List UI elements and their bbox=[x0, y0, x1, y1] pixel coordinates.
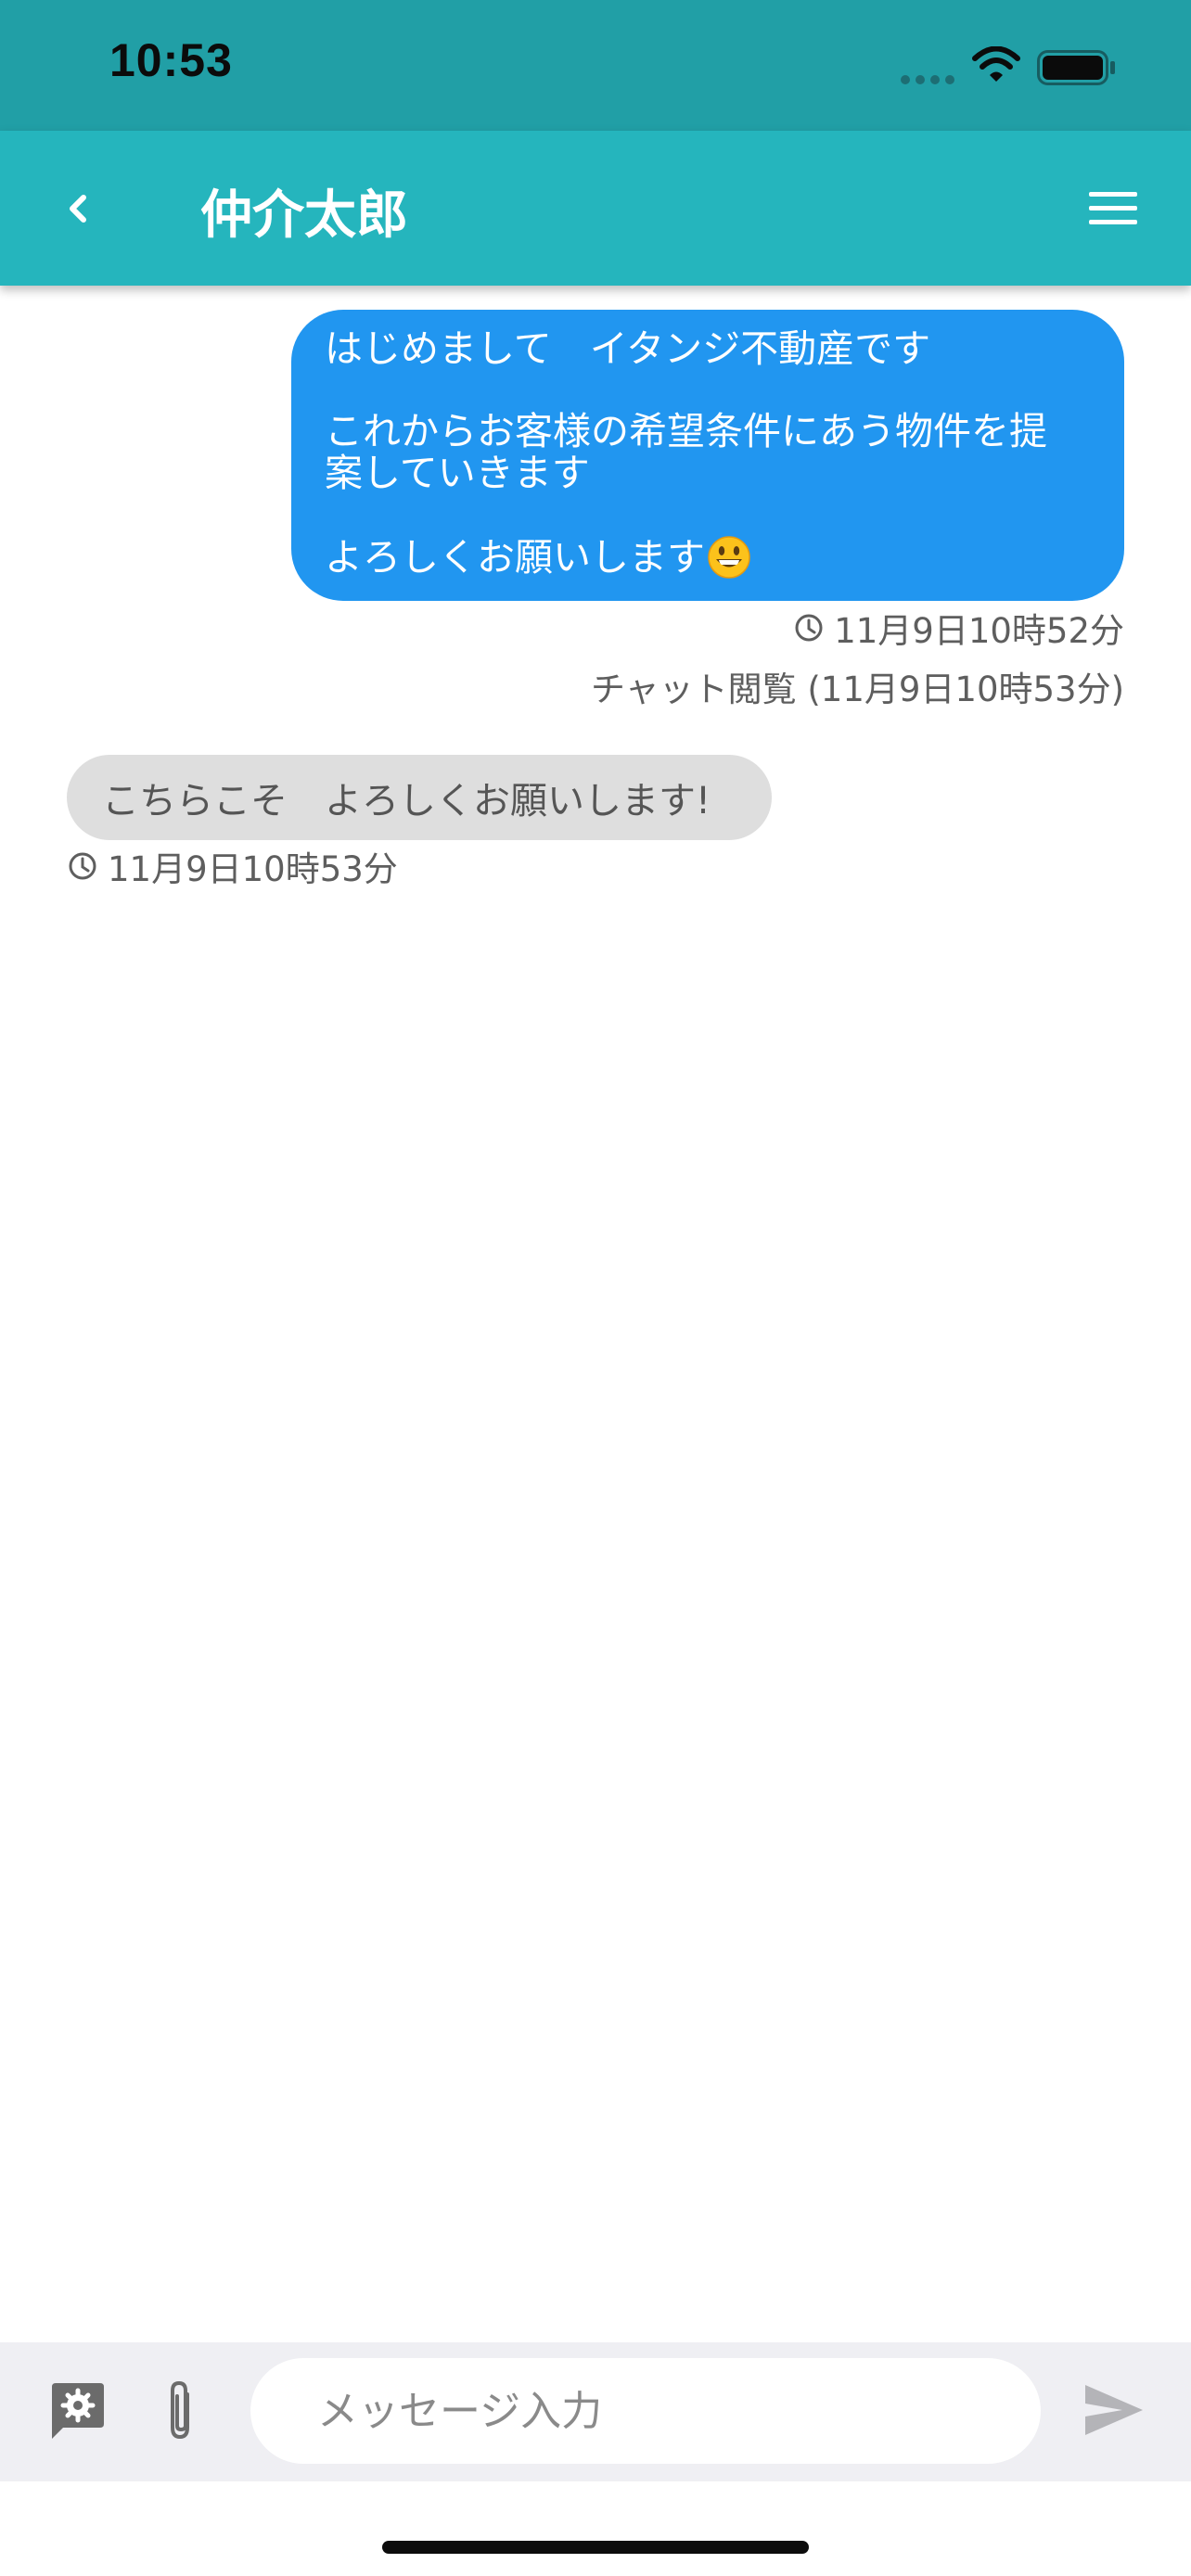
chat-settings-icon bbox=[52, 2383, 104, 2439]
received-timestamp: 11月9日10時53分 bbox=[108, 849, 398, 889]
clock-icon bbox=[795, 614, 823, 642]
read-receipt: チャット閲覧 (11月9日10時53分) bbox=[590, 670, 1124, 709]
sent-message-line: これからお客様の希望条件にあう物件を提 bbox=[325, 409, 1047, 453]
received-message-bubble[interactable]: こちらこそ よろしくお願いします! bbox=[67, 755, 772, 840]
sent-message-line: よろしくお願いします bbox=[325, 535, 705, 580]
paperclip-icon bbox=[171, 2381, 189, 2439]
sent-message-line: はじめまして イタンジ不動産です bbox=[325, 326, 931, 371]
sent-message-time: 11月9日10時52分 bbox=[793, 607, 1124, 651]
hamburger-menu-icon bbox=[1089, 192, 1137, 224]
status-time: 10:53 bbox=[109, 34, 233, 86]
home-indicator bbox=[382, 2541, 809, 2554]
battery-icon bbox=[1037, 50, 1115, 85]
chat-title: 仲介太郎 bbox=[200, 185, 408, 246]
message-composer bbox=[0, 2342, 1191, 2481]
grinning-face-emoji-icon bbox=[708, 536, 750, 579]
send-icon bbox=[1085, 2385, 1143, 2435]
status-bar: 10:53 bbox=[0, 0, 1191, 131]
attach-button[interactable] bbox=[156, 2376, 206, 2448]
clock-icon bbox=[69, 852, 96, 880]
send-button[interactable] bbox=[1082, 2381, 1146, 2439]
received-message-time: 11月9日10時53分 bbox=[67, 846, 398, 889]
sent-timestamp: 11月9日10時52分 bbox=[834, 611, 1124, 651]
chevron-left-icon bbox=[70, 195, 86, 223]
chat-settings-button[interactable] bbox=[45, 2378, 111, 2444]
signal-icon bbox=[901, 75, 954, 84]
app-bar: 仲介太郎 bbox=[0, 131, 1191, 286]
message-input[interactable] bbox=[250, 2358, 1041, 2464]
received-message-text: こちらこそ よろしくお願いします! bbox=[102, 780, 711, 823]
back-button[interactable] bbox=[54, 175, 119, 242]
wifi-icon bbox=[972, 46, 1020, 82]
sent-message-bubble[interactable]: はじめまして イタンジ不動産です これからお客様の希望条件にあう物件を提 案して… bbox=[291, 310, 1124, 601]
sent-message-line: 案していきます bbox=[325, 451, 590, 495]
menu-button[interactable] bbox=[1083, 185, 1143, 233]
